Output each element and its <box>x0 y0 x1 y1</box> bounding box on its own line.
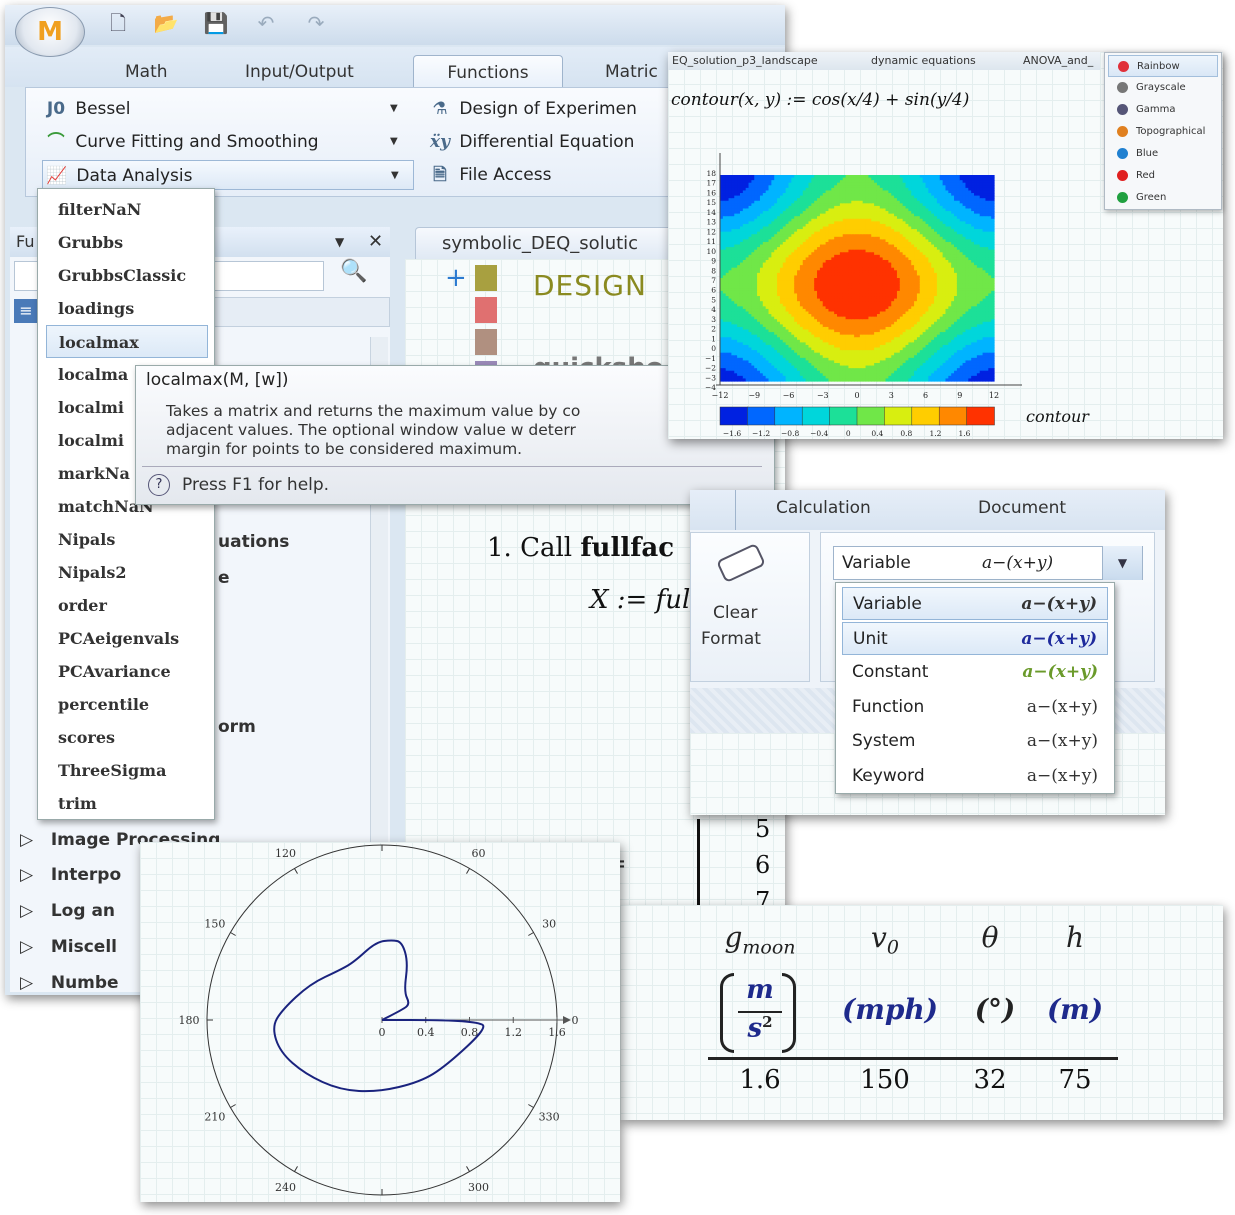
chevron-down-icon[interactable]: ▼ <box>391 161 399 191</box>
function-menu-item[interactable]: GrubbsClassic <box>38 259 216 292</box>
contour-fill <box>720 175 995 382</box>
new-document-icon[interactable]: 🗋 <box>105 11 131 35</box>
redo-icon[interactable]: ↷ <box>303 11 329 35</box>
flask-icon: ⚗ <box>432 99 448 119</box>
app-logo[interactable]: M <box>15 7 85 57</box>
document-tab[interactable]: symbolic_DEQ_solutic <box>415 227 675 259</box>
ribbon-data-analysis[interactable]: 📈 Data Analysis ▼ <box>42 160 414 190</box>
file-icon: 🗎 <box>433 165 447 185</box>
undo-icon[interactable]: ↶ <box>253 11 279 35</box>
function-menu-item[interactable]: Nipals2 <box>38 556 216 589</box>
worksheet-heading: DESIGN <box>533 269 647 302</box>
tooltip-line: Takes a matrix and returns the maximum v… <box>166 402 581 420</box>
worksheet-assignment: X := ful <box>590 585 691 615</box>
data-analysis-icon: 📈 <box>46 166 68 186</box>
function-menu-item[interactable]: loadings <box>38 292 216 325</box>
function-menu-item[interactable]: scores <box>38 721 216 754</box>
matrix-bracket <box>697 819 700 914</box>
add-region-icon[interactable]: + <box>445 263 467 293</box>
function-menu-item[interactable]: ThreeSigma <box>38 754 216 787</box>
tab-matrices[interactable]: Matric <box>595 55 668 89</box>
function-menu-item[interactable]: Nipals <box>38 523 216 556</box>
swatch-olive <box>475 265 497 291</box>
function-menu-item[interactable]: PCAeigenvals <box>38 622 216 655</box>
function-menu-item[interactable]: order <box>38 589 216 622</box>
chevron-down-icon[interactable]: ▼ <box>390 127 398 157</box>
swatch-red <box>475 297 497 323</box>
ribbon-curve-fitting[interactable]: ⌒ Curve Fitting and Smoothing ▼ <box>42 127 402 157</box>
function-menu-item[interactable]: trim <box>38 787 216 820</box>
tooltip-divider <box>142 466 762 467</box>
bessel-icon: J0 <box>46 99 66 119</box>
tooltip-signature: localmax(M, [w]) <box>146 370 289 390</box>
worksheet-step: 1. Call fullfac <box>487 533 675 563</box>
tooltip-line: adjacent values. The optional window val… <box>166 421 576 439</box>
help-icon: ? <box>148 474 170 496</box>
function-menu-item[interactable]: PCAvariance <box>38 655 216 688</box>
ribbon-bessel[interactable]: J0 Bessel ▼ <box>42 94 402 124</box>
tree-item-miscellaneous[interactable]: ▷ Miscell <box>20 929 117 965</box>
search-icon[interactable]: 🔍 <box>340 259 367 284</box>
tree-item-number[interactable]: ▷ Numbe <box>20 965 119 995</box>
tooltip-help: Press F1 for help. <box>182 475 330 495</box>
swatch-brown <box>475 329 497 355</box>
function-menu-item[interactable]: localmax <box>46 325 208 358</box>
function-menu-item[interactable]: percentile <box>38 688 216 721</box>
quick-access-toolbar: 🗋 📂 💾 ↶ ↷ <box>5 5 785 45</box>
tree-item-log-and[interactable]: ▷ Log an <box>20 893 115 929</box>
function-menu-item[interactable]: Grubbs <box>38 226 216 259</box>
differential-icon: ẍy <box>429 132 450 152</box>
save-icon[interactable]: 💾 <box>203 11 229 35</box>
tooltip-line: margin for points to be considered maxim… <box>166 440 523 458</box>
panel-dropdown-icon[interactable]: ▼ <box>335 227 344 257</box>
open-folder-icon[interactable]: 📂 <box>153 11 179 35</box>
function-menu-item[interactable]: filterNaN <box>38 193 216 226</box>
list-view-icon[interactable]: ≡ <box>14 299 38 323</box>
tree-item-interpolation[interactable]: ▷ Interpo <box>20 857 121 893</box>
tab-math[interactable]: Math <box>115 55 178 89</box>
tab-functions[interactable]: Functions <box>413 55 563 89</box>
chevron-down-icon[interactable]: ▼ <box>390 94 398 124</box>
curve-fit-icon: ⌒ <box>47 132 65 152</box>
close-icon[interactable]: ✕ <box>368 227 383 257</box>
tab-input-output[interactable]: Input/Output <box>235 55 364 89</box>
